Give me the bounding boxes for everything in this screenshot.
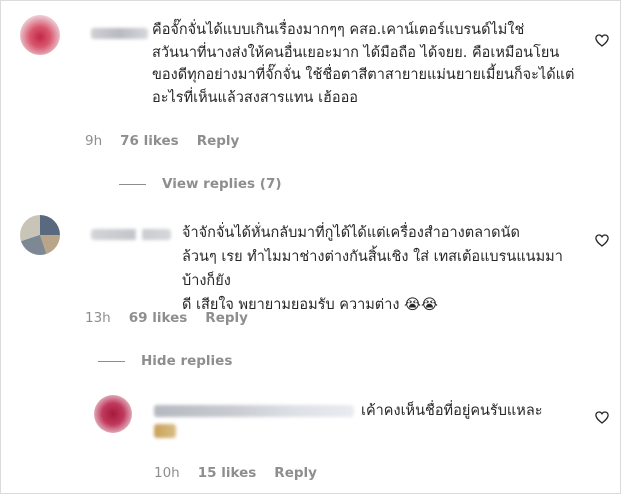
reply-button[interactable]: Reply bbox=[205, 310, 248, 326]
timestamp[interactable]: 13h bbox=[85, 310, 111, 326]
reply-button[interactable]: Reply bbox=[274, 465, 317, 481]
username-blurred[interactable] bbox=[91, 229, 171, 240]
timestamp[interactable]: 9h bbox=[85, 133, 102, 149]
divider-line bbox=[119, 183, 146, 185]
view-replies-button[interactable]: View replies (7) bbox=[119, 176, 282, 192]
comment-text: เค้าคงเห็นชื่อที่อยู่คนรับแหละ bbox=[361, 403, 543, 419]
divider-line bbox=[98, 360, 125, 362]
username-badge-blurred bbox=[154, 424, 176, 438]
heart-outline-icon[interactable] bbox=[595, 234, 609, 247]
avatar[interactable] bbox=[94, 395, 132, 433]
reply-button[interactable]: Reply bbox=[197, 133, 240, 149]
hide-replies-button[interactable]: Hide replies bbox=[98, 353, 232, 369]
likes-count[interactable]: 76 likes bbox=[120, 133, 179, 149]
likes-count[interactable]: 15 likes bbox=[198, 465, 257, 481]
likes-count[interactable]: 69 likes bbox=[129, 310, 188, 326]
comment-text: คือจั๊กจั่นได้แบบเกินเรื่องมากๆๆ คสอ.เคา… bbox=[152, 22, 575, 106]
comment-text: จ้าจักจั่นได้หั่นกลับมาที่กูได้ได้แต่เคร… bbox=[182, 225, 563, 313]
heart-outline-icon[interactable] bbox=[595, 34, 609, 47]
comment-meta: 9h 76 likes Reply bbox=[85, 133, 239, 149]
hide-replies-label: Hide replies bbox=[141, 353, 233, 369]
view-replies-label: View replies (7) bbox=[162, 176, 282, 192]
avatar[interactable] bbox=[20, 15, 60, 55]
avatar[interactable] bbox=[20, 215, 60, 255]
comment-meta: 13h 69 likes Reply bbox=[85, 310, 248, 326]
timestamp[interactable]: 10h bbox=[154, 465, 180, 481]
username-blurred[interactable] bbox=[91, 28, 148, 39]
heart-outline-icon[interactable] bbox=[595, 411, 609, 424]
comment-meta: 10h 15 likes Reply bbox=[154, 465, 317, 481]
username-blurred[interactable] bbox=[154, 405, 354, 417]
